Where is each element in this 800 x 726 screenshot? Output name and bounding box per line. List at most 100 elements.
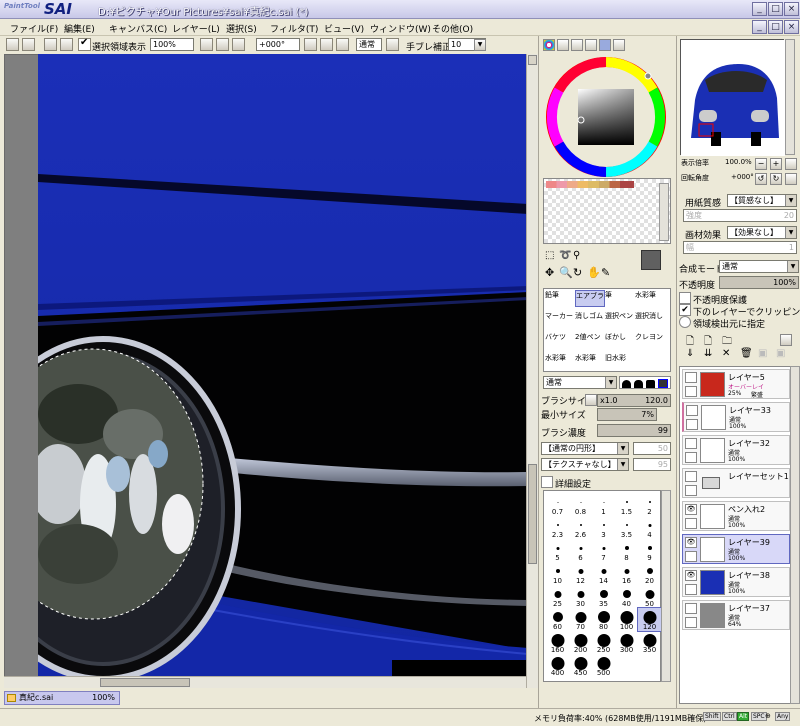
layer-lock-icon[interactable] — [686, 419, 698, 430]
tool-brush[interactable]: 筆 — [605, 290, 635, 307]
merge-down-icon[interactable]: ⇊ — [704, 348, 712, 359]
menu-canvas[interactable]: キャンバス(C) — [109, 22, 167, 35]
layer-visibility-icon[interactable]: 👁 — [685, 570, 697, 581]
brush-size-preset[interactable]: 2.3 — [546, 516, 569, 539]
zoom-icon[interactable]: 🔍 — [559, 266, 573, 279]
rect-select-icon[interactable]: ⬚ — [545, 250, 554, 261]
layer-row[interactable]: レイヤー37 通常 64% — [682, 600, 790, 630]
hand-icon[interactable]: ✋ — [587, 266, 601, 279]
stabilizer-dropdown-icon[interactable]: ▼ — [474, 39, 486, 51]
tool-eraser[interactable]: 消しゴム — [575, 311, 605, 328]
rotate-reset-icon[interactable] — [336, 38, 349, 51]
brush-size-preset[interactable]: 30 — [569, 585, 592, 608]
brush-size-preset[interactable]: 35 — [592, 585, 615, 608]
scroll-up-icon[interactable] — [528, 55, 537, 65]
lasso-icon[interactable]: ➰ — [559, 250, 571, 261]
brush-size-preset[interactable]: 6 — [569, 539, 592, 562]
brush-size-preset[interactable]: 2.6 — [569, 516, 592, 539]
brush-size-preset[interactable]: 16 — [615, 562, 638, 585]
layer-row[interactable]: レイヤー33 通常 100% — [682, 402, 790, 432]
layer-settings-icon[interactable] — [780, 334, 792, 346]
brush-density-slider[interactable]: 99 — [597, 424, 671, 437]
nav-rotate-left-icon[interactable]: ↺ — [755, 173, 767, 185]
tool-select-pen[interactable]: 選択ペン — [605, 311, 635, 328]
brush-size-preset[interactable]: 4 — [638, 516, 661, 539]
brush-size-preset[interactable]: 100 — [615, 608, 638, 631]
deselect-icon[interactable] — [44, 38, 57, 51]
layer-visibility-icon[interactable]: 👁 — [685, 504, 697, 515]
layer-lock-icon[interactable] — [685, 518, 697, 529]
delete-layer-icon[interactable]: 🗑 — [740, 348, 753, 359]
brush-size-preset[interactable]: 40 — [615, 585, 638, 608]
undo-icon[interactable] — [6, 38, 19, 51]
zoom-reset-icon[interactable] — [232, 38, 245, 51]
nav-zoom-in-icon[interactable]: + — [770, 158, 782, 170]
brush-size-preset[interactable]: 5 — [546, 539, 569, 562]
brush-size-preset[interactable]: 300 — [615, 631, 638, 654]
color-wheel[interactable] — [545, 56, 667, 178]
rotate-icon[interactable]: ↻ — [573, 266, 582, 279]
brush-size-preset[interactable]: 20 — [638, 562, 661, 585]
brush-size-preset[interactable]: 3.5 — [615, 516, 638, 539]
tool-old-watercolor[interactable]: 旧水彩 — [605, 353, 635, 370]
layer-visibility-icon[interactable]: 👁 — [685, 537, 697, 548]
layer-visibility-icon[interactable] — [686, 405, 698, 416]
layer-row[interactable]: レイヤー32 通常 100% — [682, 435, 790, 465]
brush-size-preset[interactable]: 400 — [546, 654, 569, 677]
drawing-canvas[interactable] — [38, 54, 528, 678]
brush-size-preset[interactable]: 60 — [546, 608, 569, 631]
brush-texture-select[interactable]: 【テクスチャなし】 ▼ — [541, 458, 629, 471]
brush-size-preset[interactable]: 160 — [546, 631, 569, 654]
swatch-tab-icon[interactable] — [599, 39, 611, 51]
brush-size-preset[interactable]: 500 — [592, 654, 615, 677]
brush-size-preset[interactable]: 70 — [569, 608, 592, 631]
brush-shape-strength[interactable]: 50 — [633, 442, 671, 455]
vertical-scrollbar[interactable] — [526, 54, 538, 688]
rotate-left-icon[interactable] — [304, 38, 317, 51]
brush-size-preset[interactable]: 450 — [569, 654, 592, 677]
detail-settings-checkbox[interactable] — [541, 476, 553, 488]
color-swatches[interactable] — [546, 181, 634, 188]
menu-layer[interactable]: レイヤー(L) — [172, 22, 220, 35]
flip-icon[interactable] — [386, 38, 399, 51]
opacity-slider[interactable]: 100% — [719, 276, 799, 289]
menu-other[interactable]: その他(O) — [432, 22, 473, 35]
tool-watercolor-2[interactable]: 水彩筆 — [545, 353, 575, 370]
layer-lock-icon[interactable] — [685, 551, 697, 562]
close-button[interactable]: × — [784, 2, 799, 16]
brush-size-preset[interactable]: 50 — [638, 585, 661, 608]
tool-marker[interactable]: マーカー — [545, 311, 575, 328]
tool-select-eraser[interactable]: 選択消し — [635, 311, 665, 328]
selection-show-checkbox[interactable]: ✔ — [78, 37, 91, 51]
menu-filter[interactable]: フィルタ(T) — [270, 22, 318, 35]
layer-disabled-icon-2[interactable]: ▣ — [776, 348, 785, 359]
blend-mode-select[interactable]: 通常 ▼ — [719, 260, 799, 273]
brush-size-preset[interactable]: 0.7 — [546, 493, 569, 516]
brush-size-preset[interactable]: 350 — [638, 631, 661, 654]
layer-disabled-icon-1[interactable]: ▣ — [758, 348, 767, 359]
horizontal-scroll-thumb[interactable] — [100, 678, 190, 687]
brush-mode-select[interactable]: 通常 ▼ — [543, 376, 617, 389]
brush-size-preset[interactable]: 7 — [592, 539, 615, 562]
rgb-slider-tab-icon[interactable] — [557, 39, 569, 51]
navigator-scrollbar[interactable] — [785, 39, 795, 155]
brush-size-preset[interactable]: 9 — [638, 539, 661, 562]
tool-pencil[interactable]: 鉛筆 — [545, 290, 575, 307]
selection-source-checkbox[interactable] — [679, 316, 691, 328]
palette-tab-icon[interactable] — [585, 39, 597, 51]
layer-lock-icon[interactable] — [685, 617, 697, 628]
brush-size-preset[interactable]: 25 — [546, 585, 569, 608]
layer-lock-icon[interactable] — [685, 584, 697, 595]
brush-size-preset[interactable]: 10 — [546, 562, 569, 585]
nav-zoom-reset-icon[interactable] — [785, 158, 797, 170]
scratchpad[interactable] — [543, 178, 671, 244]
transfer-down-icon[interactable]: ⇓ — [686, 348, 694, 359]
brush-size-preset[interactable]: 80 — [592, 608, 615, 631]
layer-row[interactable]: 👁 ペン入れ2 通常 100% — [682, 501, 790, 531]
doc-close-button[interactable]: × — [784, 20, 799, 34]
paper-effect-select[interactable]: 【効果なし】 ▼ — [727, 226, 797, 239]
clear-layer-icon[interactable]: ✕ — [722, 348, 730, 359]
brush-size-preset[interactable]: 1.5 — [615, 493, 638, 516]
nav-rotate-reset-icon[interactable] — [785, 173, 797, 185]
primary-color[interactable] — [641, 250, 661, 270]
